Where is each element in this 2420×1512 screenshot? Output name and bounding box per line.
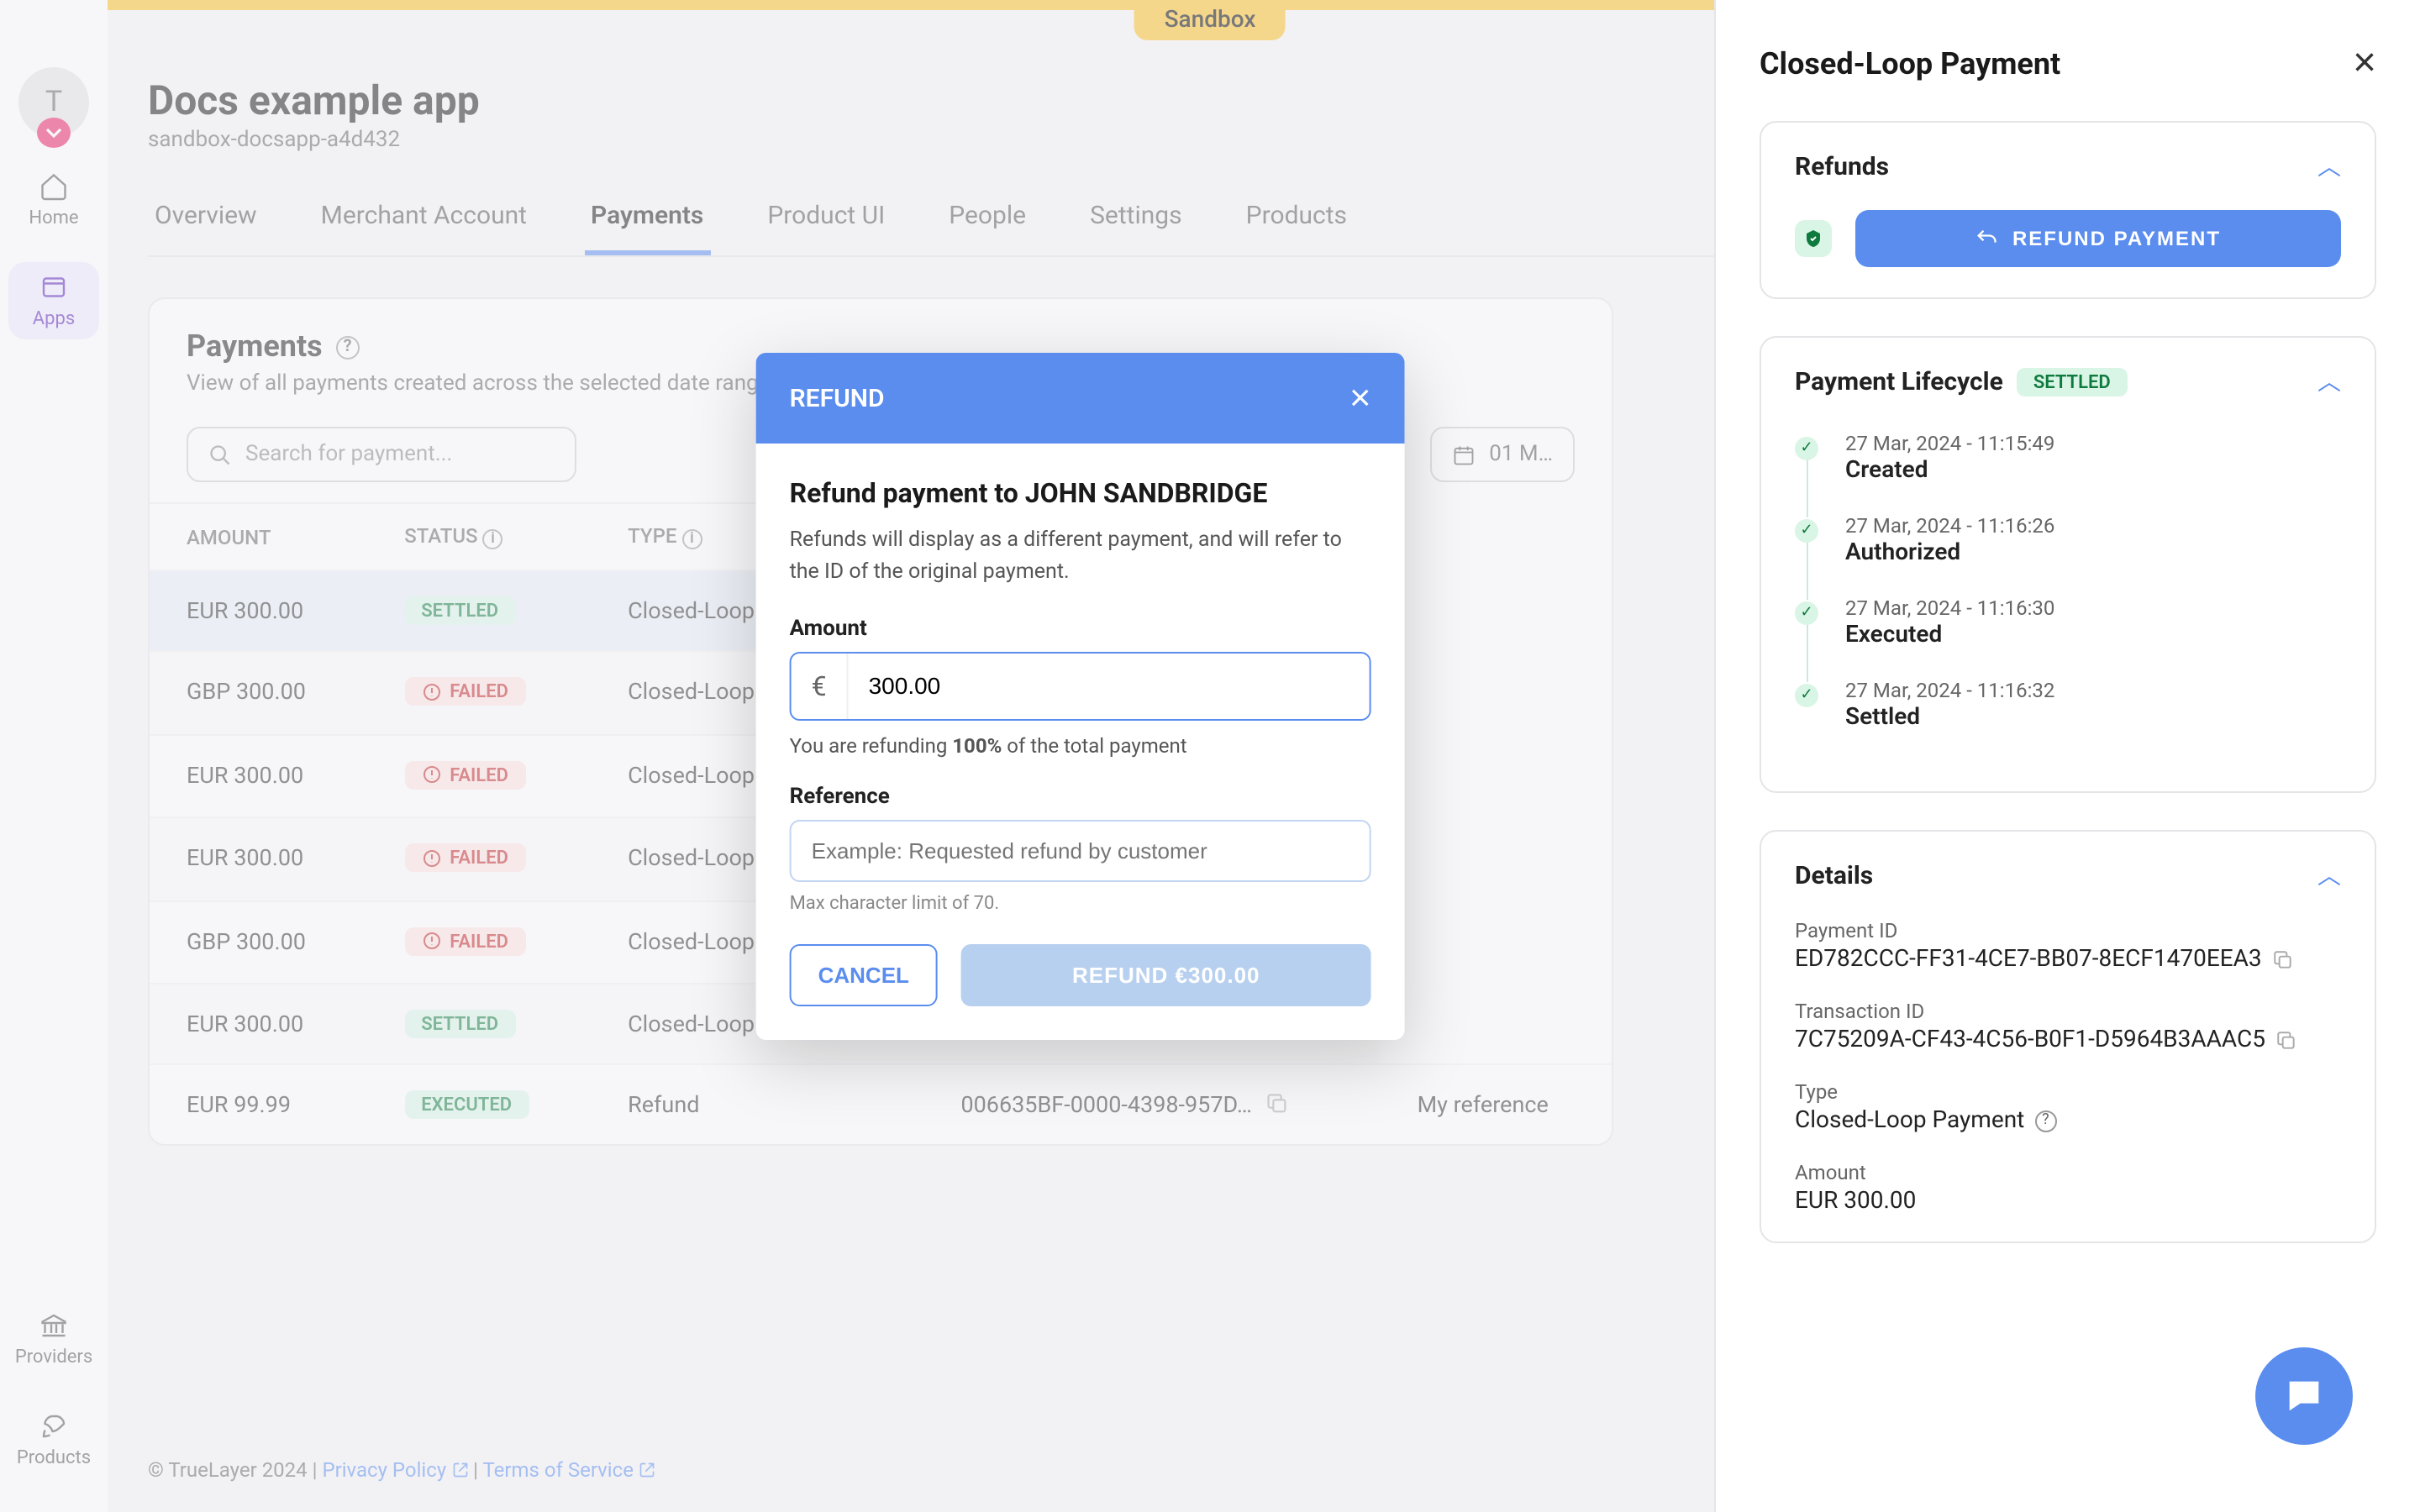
amount-input[interactable]: [849, 655, 1370, 716]
lifecycle-label: Created: [1845, 457, 2054, 484]
copy-icon[interactable]: [2275, 1029, 2297, 1051]
copy-icon[interactable]: [2272, 948, 2294, 970]
chevron-up-icon: ︿: [2317, 150, 2341, 183]
shield-check-icon: [1795, 220, 1832, 257]
lifecycle-timestamp: 27 Mar, 2024 - 11:16:26: [1845, 514, 2054, 538]
modal-title: REFUND: [790, 383, 885, 413]
detail-value: Closed-Loop Payment: [1795, 1107, 2024, 1134]
panel-title: Details: [1795, 860, 1873, 890]
char-limit-text: Max character limit of 70.: [790, 891, 1371, 913]
refund-payment-button[interactable]: REFUND PAYMENT: [1855, 210, 2341, 267]
reply-icon: [1975, 227, 1999, 250]
lifecycle-label: Authorized: [1845, 539, 2054, 566]
chevron-up-icon: ︿: [2317, 858, 2341, 892]
status-badge: SETTLED: [2017, 367, 2128, 396]
lifecycle-step: ✓ 27 Mar, 2024 - 11:16:30 Executed: [1795, 596, 2341, 648]
chat-icon: [2282, 1374, 2326, 1418]
help-icon[interactable]: ?: [2034, 1110, 2056, 1131]
detail-value: EUR 300.00: [1795, 1188, 1916, 1215]
reference-input[interactable]: [790, 819, 1371, 881]
check-icon: ✓: [1795, 519, 1818, 543]
panel-title: Payment Lifecycle: [1795, 366, 2003, 396]
refund-hint: You are refunding 100% of the total paym…: [790, 733, 1371, 757]
refund-submit-button[interactable]: REFUND €300.00: [961, 943, 1371, 1005]
amount-label: Amount: [790, 616, 1371, 641]
lifecycle-timestamp: 27 Mar, 2024 - 11:16:32: [1845, 679, 2054, 702]
currency-symbol: €: [792, 653, 849, 718]
panel-toggle[interactable]: Details ︿: [1761, 832, 2375, 919]
detail-key: Payment ID: [1795, 919, 2341, 942]
panel-toggle[interactable]: Payment Lifecycle SETTLED ︿: [1761, 338, 2375, 425]
chat-fab[interactable]: [2255, 1347, 2353, 1445]
lifecycle-step: ✓ 27 Mar, 2024 - 11:15:49 Created: [1795, 432, 2341, 484]
button-label: REFUND PAYMENT: [2012, 227, 2221, 250]
lifecycle-label: Executed: [1845, 622, 2054, 648]
lifecycle-step: ✓ 27 Mar, 2024 - 11:16:32 Settled: [1795, 679, 2341, 731]
detail-key: Transaction ID: [1795, 1000, 2341, 1023]
refunds-panel: Refunds ︿ REFUND PAYMENT: [1760, 121, 2376, 299]
chevron-up-icon: ︿: [2317, 365, 2341, 398]
reference-label: Reference: [790, 784, 1371, 809]
cancel-button[interactable]: CANCEL: [790, 943, 938, 1005]
side-drawer: Closed-Loop Payment × Refunds ︿ REFUND P…: [1714, 0, 2420, 1512]
amount-input-wrap: €: [790, 651, 1371, 720]
modal-heading: Refund payment to JOHN SANDBRIDGE: [790, 477, 1371, 509]
close-icon[interactable]: ×: [1349, 376, 1371, 420]
lifecycle-panel: Payment Lifecycle SETTLED ︿ ✓ 27 Mar, 202…: [1760, 336, 2376, 793]
lifecycle-timestamp: 27 Mar, 2024 - 11:15:49: [1845, 432, 2054, 455]
detail-value: 7C75209A-CF43-4C56-B0F1-D5964B3AAAC5: [1795, 1026, 2265, 1053]
lifecycle-step: ✓ 27 Mar, 2024 - 11:16:26 Authorized: [1795, 514, 2341, 566]
panel-title: Refunds: [1795, 151, 1889, 181]
drawer-title: Closed-Loop Payment: [1760, 46, 2060, 81]
refund-modal: REFUND × Refund payment to JOHN SANDBRID…: [756, 353, 1405, 1039]
lifecycle-timestamp: 27 Mar, 2024 - 11:16:30: [1845, 596, 2054, 620]
detail-key: Amount: [1795, 1161, 2341, 1184]
check-icon: ✓: [1795, 601, 1818, 625]
close-icon[interactable]: ×: [2353, 40, 2376, 87]
check-icon: ✓: [1795, 684, 1818, 707]
check-icon: ✓: [1795, 437, 1818, 460]
details-panel: Details ︿ Payment ID ED782CCC-FF31-4CE7-…: [1760, 830, 2376, 1243]
detail-value: ED782CCC-FF31-4CE7-BB07-8ECF1470EEA3: [1795, 946, 2262, 973]
modal-note: Refunds will display as a different paym…: [790, 526, 1371, 589]
panel-toggle[interactable]: Refunds ︿: [1761, 123, 2375, 210]
detail-key: Type: [1795, 1080, 2341, 1104]
lifecycle-label: Settled: [1845, 704, 2054, 731]
